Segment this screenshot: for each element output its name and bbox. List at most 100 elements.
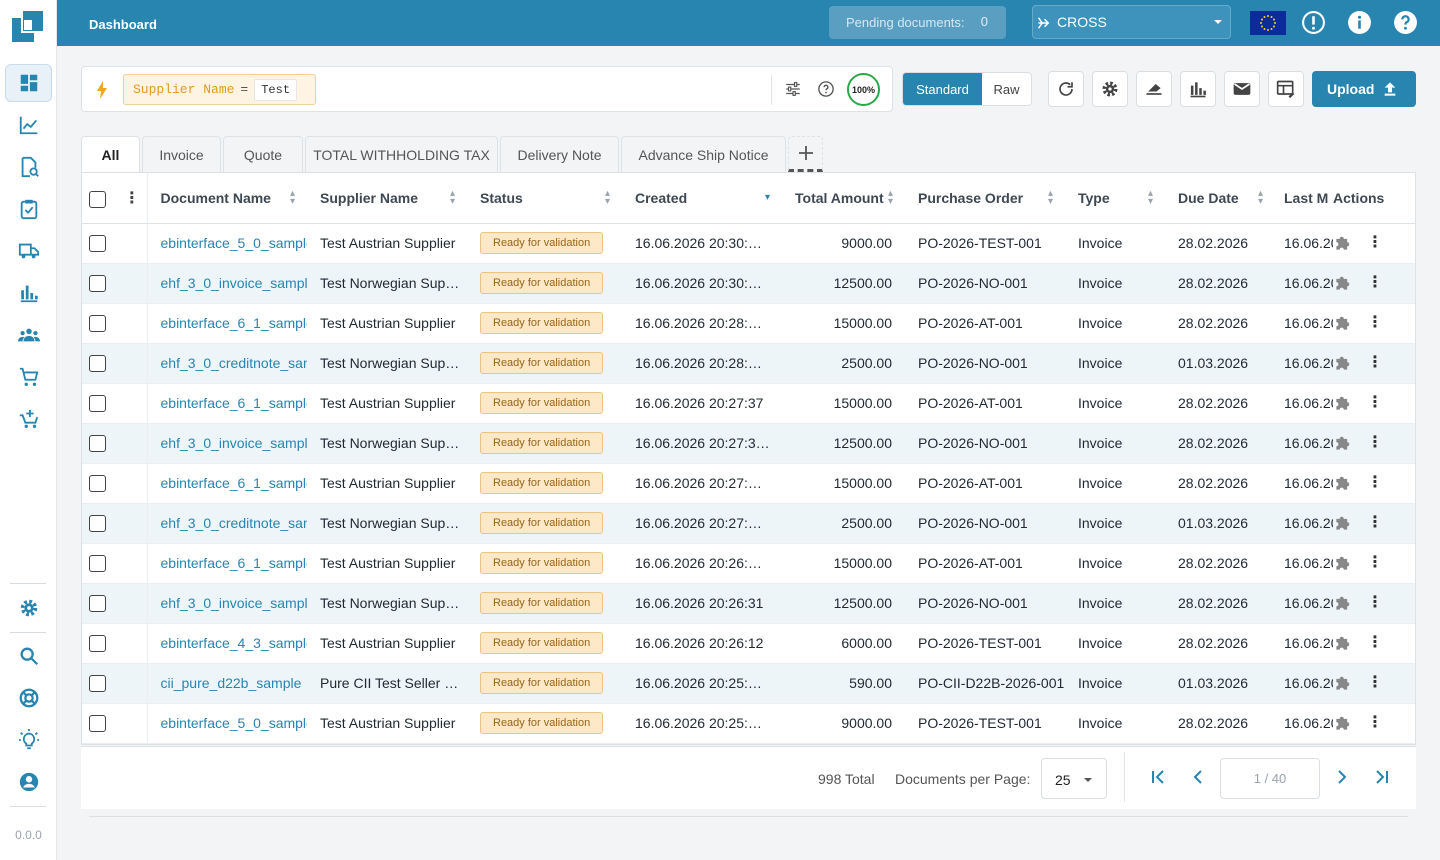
puzzle-icon[interactable]: [1333, 233, 1353, 253]
puzzle-icon[interactable]: [1333, 513, 1353, 533]
next-page-button[interactable]: [1334, 769, 1350, 785]
row-checkbox[interactable]: [89, 514, 106, 532]
table-row[interactable]: ebinterface_6_1_sample Test Austrian Supp…: [82, 303, 1415, 344]
table-row[interactable]: ehf_3_0_creditnote_sampleTest Norwegian …: [82, 503, 1415, 544]
table-row[interactable]: ebinterface_4_3_sample Test Austrian Supp…: [82, 623, 1415, 664]
document-name-link[interactable]: cii_pure_d22b_sample: [147, 663, 307, 704]
info-icon[interactable]: [1347, 10, 1372, 35]
sidebar-item-users[interactable]: [5, 316, 52, 354]
sidebar-item-tips[interactable]: [5, 721, 52, 759]
column-header-due-date[interactable]: Due Date ▴ ▾: [1165, 173, 1275, 224]
puzzle-icon[interactable]: [1333, 313, 1353, 333]
per-page-select[interactable]: 25: [1041, 758, 1107, 799]
filter-chip[interactable]: Supplier Name = Test: [123, 74, 316, 105]
table-settings-button[interactable]: [1268, 71, 1304, 107]
document-name-link[interactable]: ehf_3_0_creditnote_sample: [147, 503, 307, 544]
eu-flag-icon[interactable]: [1250, 11, 1286, 35]
row-checkbox[interactable]: [89, 314, 106, 332]
row-checkbox[interactable]: [89, 394, 106, 412]
puzzle-icon[interactable]: [1333, 473, 1353, 493]
row-checkbox[interactable]: [89, 634, 106, 652]
puzzle-icon[interactable]: [1333, 633, 1353, 653]
eraser-button[interactable]: [1136, 71, 1172, 107]
view-raw-button[interactable]: Raw: [982, 73, 1031, 105]
row-menu-icon[interactable]: ⋮: [1367, 555, 1383, 571]
puzzle-icon[interactable]: [1333, 673, 1353, 693]
sidebar-item-document-search[interactable]: [5, 148, 52, 186]
sidebar-item-reports[interactable]: [5, 274, 52, 312]
row-checkbox[interactable]: [89, 234, 106, 252]
puzzle-icon[interactable]: [1333, 593, 1353, 613]
sidebar-item-account[interactable]: [5, 763, 52, 801]
tab-advance-ship-notice[interactable]: Advance Ship Notice: [621, 136, 786, 172]
tab-all[interactable]: All: [81, 136, 140, 172]
sidebar-item-delivery[interactable]: [5, 232, 52, 270]
row-checkbox[interactable]: [89, 474, 106, 492]
document-name-link[interactable]: ebinterface_6_1_sample: [147, 383, 307, 424]
row-menu-icon[interactable]: ⋮: [1367, 515, 1383, 531]
document-name-link[interactable]: ebinterface_6_1_sample: [147, 463, 307, 504]
sidebar-item-settings[interactable]: [5, 589, 52, 627]
tab-quote[interactable]: Quote: [223, 136, 303, 172]
row-menu-icon[interactable]: ⋮: [1367, 235, 1383, 251]
help-icon[interactable]: [1393, 10, 1418, 35]
table-row[interactable]: ehf_3_0_creditnote_sampleTest Norwegian …: [82, 343, 1415, 384]
row-checkbox[interactable]: [89, 594, 106, 612]
row-menu-icon[interactable]: ⋮: [1367, 475, 1383, 491]
table-row[interactable]: ehf_3_0_invoice_sample Test Norwegian Sup…: [82, 423, 1415, 464]
document-name-link[interactable]: ebinterface_4_3_sample: [147, 623, 307, 664]
document-name-link[interactable]: ebinterface_6_1_sample: [147, 543, 307, 584]
table-row[interactable]: ebinterface_6_1_sample Test Austrian Supp…: [82, 543, 1415, 584]
first-page-button[interactable]: [1150, 769, 1166, 785]
table-row[interactable]: ebinterface_5_0_sample Test Austrian Supp…: [82, 703, 1415, 744]
lightning-icon[interactable]: [96, 81, 108, 99]
column-header-supplier-name[interactable]: Supplier Name ▴ ▾: [307, 173, 467, 224]
app-logo-icon[interactable]: [10, 8, 46, 44]
refresh-button[interactable]: [1048, 71, 1084, 107]
column-header-type[interactable]: Type ▴ ▾: [1065, 173, 1165, 224]
row-checkbox[interactable]: [89, 274, 106, 292]
row-menu-icon[interactable]: ⋮: [1367, 635, 1383, 651]
column-header-last-modified[interactable]: Last M: [1275, 173, 1333, 224]
sidebar-item-tasks[interactable]: [5, 190, 52, 228]
puzzle-icon[interactable]: [1333, 273, 1353, 293]
sidebar-item-analytics[interactable]: [5, 106, 52, 144]
puzzle-icon[interactable]: [1333, 553, 1353, 573]
puzzle-icon[interactable]: [1333, 713, 1353, 733]
row-menu-icon[interactable]: ⋮: [1367, 715, 1383, 731]
document-name-link[interactable]: ebinterface_6_1_sample: [147, 303, 307, 344]
row-checkbox[interactable]: [89, 554, 106, 572]
row-menu-icon[interactable]: ⋮: [1367, 595, 1383, 611]
table-row[interactable]: ebinterface_5_0_sample Test Austrian Supp…: [82, 223, 1415, 264]
sidebar-item-help-center[interactable]: [5, 679, 52, 717]
row-checkbox[interactable]: [89, 674, 106, 692]
document-name-link[interactable]: ehf_3_0_invoice_sample: [147, 423, 307, 464]
table-row[interactable]: ebinterface_6_1_sample Test Austrian Supp…: [82, 383, 1415, 424]
document-name-link[interactable]: ehf_3_0_creditnote_sample: [147, 343, 307, 384]
row-menu-icon[interactable]: ⋮: [1367, 395, 1383, 411]
document-name-link[interactable]: ebinterface_5_0_sample: [147, 703, 307, 744]
puzzle-icon[interactable]: [1333, 353, 1353, 373]
column-header-purchase-order[interactable]: Purchase Order ▴ ▾: [905, 173, 1065, 224]
puzzle-icon[interactable]: [1333, 433, 1353, 453]
row-menu-icon[interactable]: ⋮: [1367, 675, 1383, 691]
select-all-checkbox[interactable]: [89, 190, 106, 208]
mail-button[interactable]: [1224, 71, 1260, 107]
sidebar-item-orders[interactable]: [5, 358, 52, 396]
previous-page-button[interactable]: [1190, 769, 1206, 785]
settings-button[interactable]: [1092, 71, 1128, 107]
puzzle-icon[interactable]: [1333, 393, 1353, 413]
column-header-total-amount[interactable]: Total Amount ▴ ▾: [782, 173, 905, 224]
document-name-link[interactable]: ebinterface_5_0_sample: [147, 223, 307, 264]
row-menu-icon[interactable]: ⋮: [1367, 435, 1383, 451]
add-tab-button[interactable]: [788, 136, 823, 172]
row-checkbox[interactable]: [89, 434, 106, 452]
document-name-link[interactable]: ehf_3_0_invoice_sample: [147, 263, 307, 304]
table-row[interactable]: ehf_3_0_invoice_sample Test Norwegian Sup…: [82, 263, 1415, 304]
sidebar-item-new-order[interactable]: [5, 400, 52, 438]
view-standard-button[interactable]: Standard: [903, 73, 982, 105]
alert-icon[interactable]: [1301, 10, 1326, 35]
row-checkbox[interactable]: [89, 714, 106, 732]
table-row[interactable]: ebinterface_6_1_sample Test Austrian Supp…: [82, 463, 1415, 504]
row-menu-icon[interactable]: ⋮: [1367, 355, 1383, 371]
